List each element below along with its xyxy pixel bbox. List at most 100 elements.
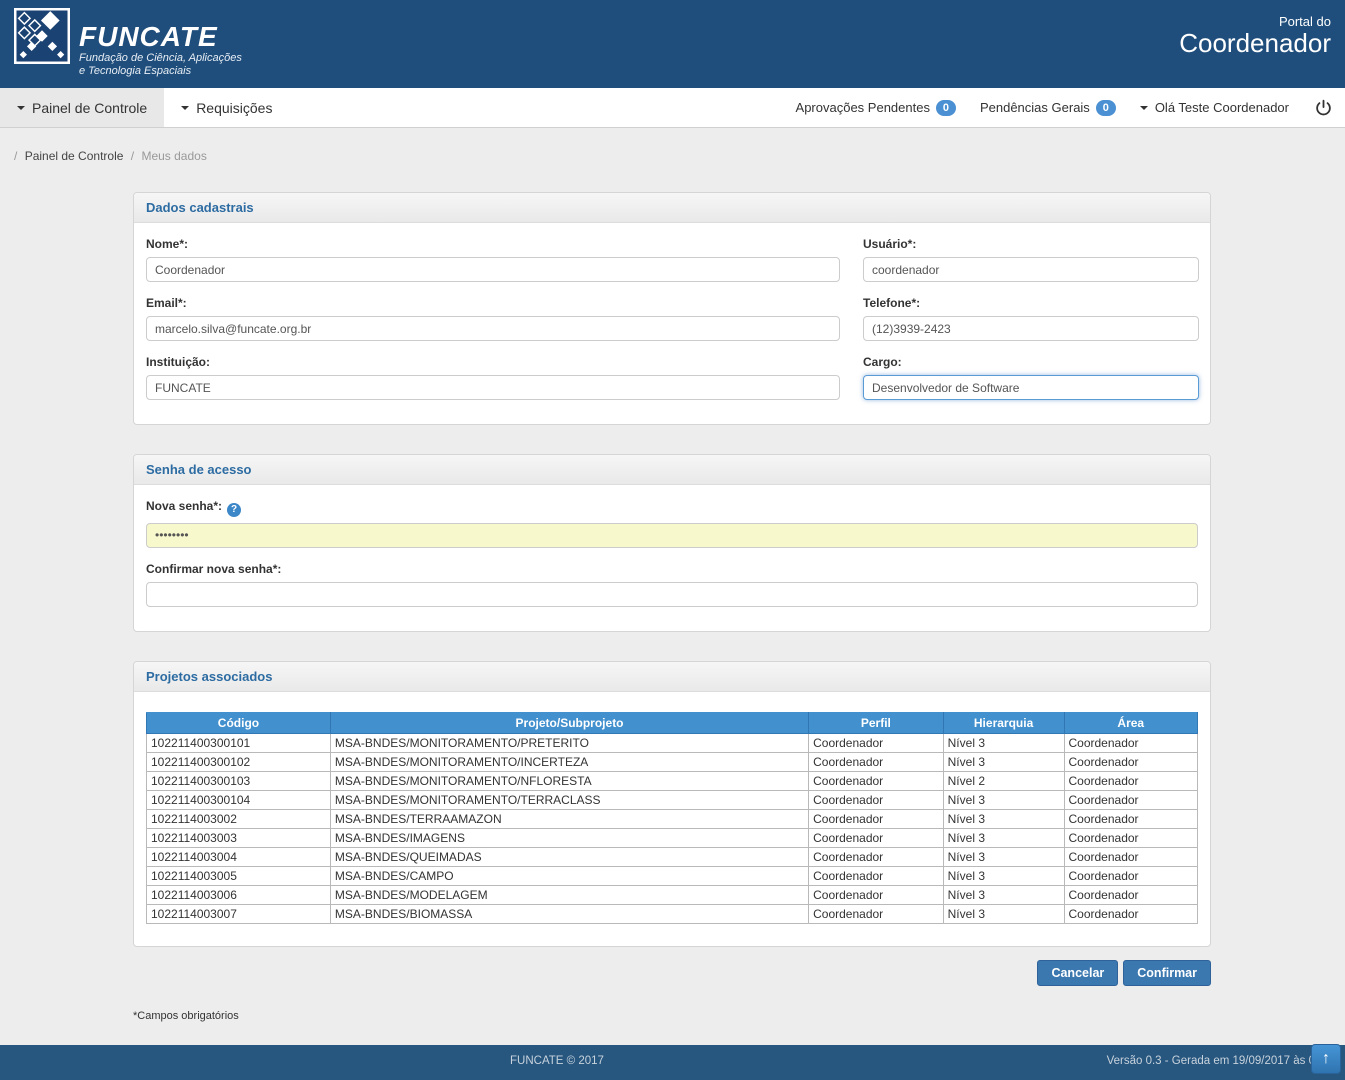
table-cell: Coordenador — [1064, 828, 1198, 847]
panel-body: CódigoProjeto/SubprojetoPerfilHierarquia… — [134, 692, 1210, 946]
telefone-label: Telefone*: — [863, 296, 1199, 310]
table-cell: MSA-BNDES/MONITORAMENTO/INCERTEZA — [330, 752, 808, 771]
projects-table: CódigoProjeto/SubprojetoPerfilHierarquia… — [146, 712, 1198, 924]
approvals-pending-label: Aprovações Pendentes — [796, 100, 930, 115]
table-cell: Coordenador — [809, 790, 944, 809]
table-column-header: Hierarquia — [943, 712, 1064, 733]
brand-name: FUNCATE — [79, 22, 242, 52]
field-group-telefone: Telefone*: — [863, 296, 1199, 341]
table-cell: MSA-BNDES/MODELAGEM — [330, 885, 808, 904]
nova-senha-field[interactable] — [146, 523, 1198, 548]
table-cell: Coordenador — [1064, 752, 1198, 771]
table-column-header: Área — [1064, 712, 1198, 733]
table-row: 102211400300102MSA-BNDES/MONITORAMENTO/I… — [147, 752, 1198, 771]
app-header: FUNCATE Fundação de Ciência, Aplicações … — [0, 0, 1345, 88]
tab-requisicoes[interactable]: Requisições — [164, 88, 289, 127]
table-cell: 1022114003004 — [147, 847, 331, 866]
table-row: 1022114003005MSA-BNDES/CAMPOCoordenadorN… — [147, 866, 1198, 885]
brand-tagline-line1: Fundação de Ciência, Aplicações — [79, 52, 242, 65]
table-cell: MSA-BNDES/QUEIMADAS — [330, 847, 808, 866]
user-menu[interactable]: Olá Teste Coordenador — [1140, 100, 1289, 115]
nav-tabs: Painel de Controle Requisições — [0, 88, 289, 127]
help-icon[interactable]: ? — [227, 503, 241, 517]
table-cell: 1022114003006 — [147, 885, 331, 904]
table-cell: Nível 3 — [943, 809, 1064, 828]
nome-field[interactable] — [146, 257, 840, 282]
table-cell: MSA-BNDES/BIOMASSA — [330, 904, 808, 923]
confirmar-nova-senha-field[interactable] — [146, 582, 1198, 607]
footer-version: Versão 0.3 - Gerada em 19/09/2017 às 0 — [1107, 1055, 1315, 1067]
field-group-usuario: Usuário*: — [863, 237, 1199, 282]
table-row: 1022114003003MSA-BNDES/IMAGENSCoordenado… — [147, 828, 1198, 847]
table-cell: Coordenador — [809, 885, 944, 904]
portal-title-small: Portal do — [1179, 14, 1331, 29]
table-cell: MSA-BNDES/MONITORAMENTO/TERRACLASS — [330, 790, 808, 809]
field-group-email: Email*: — [146, 296, 840, 341]
cancel-button[interactable]: Cancelar — [1037, 960, 1118, 986]
table-cell: Coordenador — [809, 733, 944, 752]
table-column-header: Código — [147, 712, 331, 733]
instituicao-label: Instituição: — [146, 355, 840, 369]
table-row: 102211400300104MSA-BNDES/MONITORAMENTO/T… — [147, 790, 1198, 809]
table-cell: 102211400300104 — [147, 790, 331, 809]
logout-button[interactable] — [1315, 99, 1332, 116]
field-group-instituicao: Instituição: — [146, 355, 840, 400]
field-group-confirmar-nova-senha: Confirmar nova senha*: — [146, 562, 1198, 607]
breadcrumb-painel-de-controle[interactable]: Painel de Controle — [25, 149, 124, 163]
usuario-field[interactable] — [863, 257, 1199, 282]
portal-title: Portal do Coordenador — [1179, 0, 1345, 57]
panel-body: Nome*: Usuário*: Email*: Telefone*: — [134, 223, 1210, 424]
usuario-label: Usuário*: — [863, 237, 1199, 251]
table-cell: Nível 3 — [943, 866, 1064, 885]
portal-page: FUNCATE Fundação de Ciência, Aplicações … — [0, 0, 1345, 1080]
instituicao-field[interactable] — [146, 375, 840, 400]
table-cell: Nível 3 — [943, 733, 1064, 752]
nome-label: Nome*: — [146, 237, 840, 251]
app-footer: FUNCATE © 2017 Versão 0.3 - Gerada em 19… — [0, 1045, 1345, 1080]
panel-title: Senha de acesso — [134, 455, 1210, 485]
panel-dados-cadastrais: Dados cadastrais Nome*: Usuário*: Email*… — [133, 192, 1211, 425]
main-navbar: Painel de Controle Requisições Aprovaçõe… — [0, 88, 1345, 128]
footer-copyright: FUNCATE © 2017 — [510, 1055, 604, 1067]
scroll-to-top-button[interactable]: ↑ — [1311, 1044, 1341, 1074]
table-cell: MSA-BNDES/CAMPO — [330, 866, 808, 885]
projects-table-header-row: CódigoProjeto/SubprojetoPerfilHierarquia… — [147, 712, 1198, 733]
nova-senha-label: Nova senha*:? — [146, 499, 1198, 517]
funcate-logo-text: FUNCATE Fundação de Ciência, Aplicações … — [79, 8, 242, 78]
approvals-pending-badge: 0 — [936, 100, 956, 116]
approvals-pending-link[interactable]: Aprovações Pendentes 0 — [796, 100, 956, 116]
user-greeting: Olá Teste Coordenador — [1155, 100, 1289, 115]
table-cell: Coordenador — [809, 847, 944, 866]
table-cell: MSA-BNDES/MONITORAMENTO/PRETERITO — [330, 733, 808, 752]
nav-right: Aprovações Pendentes 0 Pendências Gerais… — [772, 88, 1345, 127]
table-cell: 1022114003003 — [147, 828, 331, 847]
panel-title: Dados cadastrais — [134, 193, 1210, 223]
funcate-logo-icon — [14, 8, 70, 64]
table-cell: Coordenador — [1064, 771, 1198, 790]
tab-label: Requisições — [196, 100, 272, 116]
table-cell: Coordenador — [809, 771, 944, 790]
confirmar-nova-senha-label: Confirmar nova senha*: — [146, 562, 1198, 576]
cargo-field[interactable] — [863, 375, 1199, 400]
general-pendencies-link[interactable]: Pendências Gerais 0 — [980, 100, 1116, 116]
funcate-logo: FUNCATE Fundação de Ciência, Aplicações … — [0, 0, 242, 78]
breadcrumb-meus-dados: Meus dados — [141, 149, 206, 163]
table-cell: Coordenador — [809, 828, 944, 847]
tab-painel-de-controle[interactable]: Painel de Controle — [0, 88, 164, 127]
table-cell: Coordenador — [1064, 904, 1198, 923]
table-row: 1022114003004MSA-BNDES/QUEIMADASCoordena… — [147, 847, 1198, 866]
panel-projetos-associados: Projetos associados CódigoProjeto/Subpro… — [133, 661, 1211, 947]
email-field[interactable] — [146, 316, 840, 341]
email-label: Email*: — [146, 296, 840, 310]
table-cell: MSA-BNDES/IMAGENS — [330, 828, 808, 847]
table-cell: Nível 3 — [943, 752, 1064, 771]
telefone-field[interactable] — [863, 316, 1199, 341]
table-cell: 102211400300101 — [147, 733, 331, 752]
table-cell: Nível 3 — [943, 904, 1064, 923]
table-row: 1022114003006MSA-BNDES/MODELAGEMCoordena… — [147, 885, 1198, 904]
table-cell: 102211400300102 — [147, 752, 331, 771]
confirm-button[interactable]: Confirmar — [1123, 960, 1211, 986]
portal-title-large: Coordenador — [1179, 29, 1331, 57]
table-cell: MSA-BNDES/TERRAAMAZON — [330, 809, 808, 828]
table-column-header: Projeto/Subprojeto — [330, 712, 808, 733]
